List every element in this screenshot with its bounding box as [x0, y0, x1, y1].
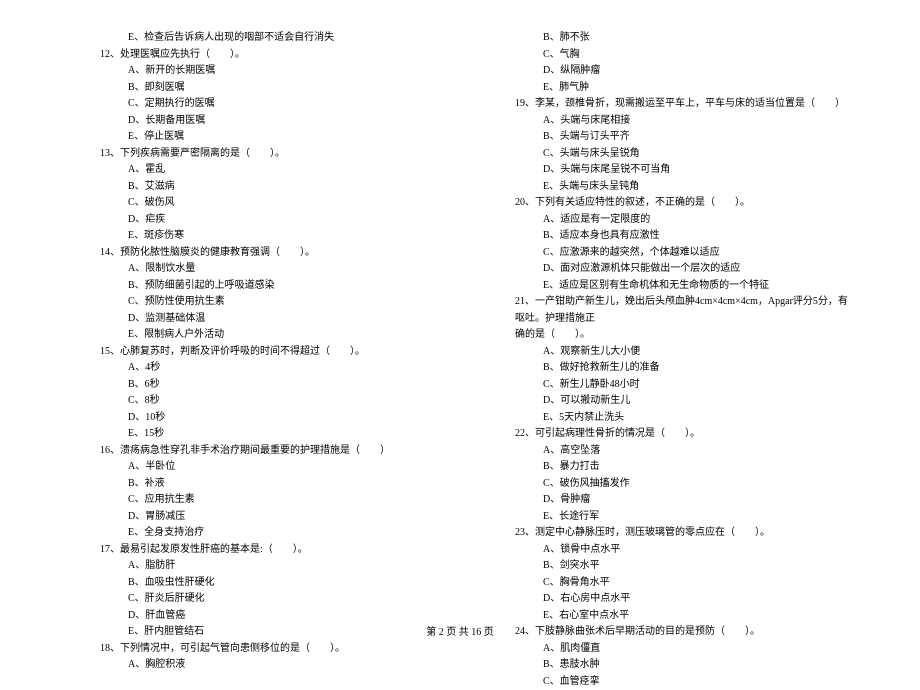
page-body: E、检查后告诉病人出现的咽部不适会自行消失 12、处理医嘱应先执行（ ）。 A、…: [0, 0, 920, 690]
option-text: A、适应是有一定限度的: [515, 212, 850, 229]
question-stem: 13、下列疾病需要严密隔离的是（ ）。: [100, 146, 435, 163]
option-text: B、适应本身也具有应激性: [515, 228, 850, 245]
question-stem: 16、溃疡病急性穿孔非手术治疗期间最重要的护理措施是（ ）: [100, 443, 435, 460]
option-text: C、8秒: [100, 393, 435, 410]
option-text: E、长途行军: [515, 509, 850, 526]
option-text: D、纵隔肿瘤: [515, 63, 850, 80]
option-text: C、新生儿静卧48小时: [515, 377, 850, 394]
question-stem: 15、心肺复苏时，判断及评价呼吸的时间不得超过（ ）。: [100, 344, 435, 361]
option-text: E、肺气肿: [515, 80, 850, 97]
option-text: A、头端与床尾相接: [515, 113, 850, 130]
option-text: C、破伤风: [100, 195, 435, 212]
option-text: E、检查后告诉病人出现的咽部不适会自行消失: [100, 30, 435, 47]
option-text: A、肌肉僵直: [515, 641, 850, 658]
option-text: D、右心房中点水平: [515, 591, 850, 608]
option-text: D、头端与床尾呈锐不可当角: [515, 162, 850, 179]
option-text: D、可以搬动新生儿: [515, 393, 850, 410]
option-text: B、患肢水肿: [515, 657, 850, 674]
option-text: A、高空坠落: [515, 443, 850, 460]
option-text: E、斑疹伤寒: [100, 228, 435, 245]
option-text: B、血吸虫性肝硬化: [100, 575, 435, 592]
option-text: C、头端与床头呈锐角: [515, 146, 850, 163]
option-text: D、面对应激源机体只能做出一个层次的适应: [515, 261, 850, 278]
option-text: A、新开的长期医嘱: [100, 63, 435, 80]
option-text: C、定期执行的医嘱: [100, 96, 435, 113]
option-text: B、艾滋病: [100, 179, 435, 196]
question-stem: 23、测定中心静脉压时，测压玻璃管的零点应在（ ）。: [515, 525, 850, 542]
option-text: B、即刻医嘱: [100, 80, 435, 97]
option-text: B、肺不张: [515, 30, 850, 47]
option-text: B、头端与订头平齐: [515, 129, 850, 146]
option-text: C、破伤风抽搐发作: [515, 476, 850, 493]
option-text: D、肝血管癌: [100, 608, 435, 625]
option-text: C、预防性使用抗生素: [100, 294, 435, 311]
option-text: E、右心室中点水平: [515, 608, 850, 625]
option-text: E、限制病人户外活动: [100, 327, 435, 344]
option-text: A、霍乱: [100, 162, 435, 179]
option-text: B、补液: [100, 476, 435, 493]
option-text: C、肝炎后肝硬化: [100, 591, 435, 608]
question-stem: 22、可引起病理性骨折的情况是（ ）。: [515, 426, 850, 443]
option-text: A、胸腔积液: [100, 657, 435, 674]
option-text: A、4秒: [100, 360, 435, 377]
option-text: C、应激源来的越突然，个体越难以适应: [515, 245, 850, 262]
option-text: A、限制饮水量: [100, 261, 435, 278]
option-text: D、长期备用医嘱: [100, 113, 435, 130]
question-stem: 20、下列有关适应特性的叙述，不正确的是（ ）。: [515, 195, 850, 212]
option-text: A、脂肪肝: [100, 558, 435, 575]
option-text: C、应用抗生素: [100, 492, 435, 509]
option-text: B、暴力打击: [515, 459, 850, 476]
option-text: E、头端与床头呈钝角: [515, 179, 850, 196]
right-column: B、肺不张 C、气胸 D、纵隔肿瘤 E、肺气肿 19、李某，颈椎骨折，现需搬运至…: [515, 30, 850, 690]
option-text: B、做好抢救新生儿的准备: [515, 360, 850, 377]
option-text: A、锁骨中点水平: [515, 542, 850, 559]
question-stem: 14、预防化脓性脑膜炎的健康教育强调（ ）。: [100, 245, 435, 262]
option-text: E、15秒: [100, 426, 435, 443]
option-text: D、10秒: [100, 410, 435, 427]
option-text: A、半卧位: [100, 459, 435, 476]
option-text: D、骨肿瘤: [515, 492, 850, 509]
question-stem: 21、一产钳助产新生儿，娩出后头颅血肿4cm×4cm×4cm，Apgar评分5分…: [515, 294, 850, 327]
option-text: A、观察新生儿大小便: [515, 344, 850, 361]
option-text: D、胃肠减压: [100, 509, 435, 526]
page-footer: 第 2 页 共 16 页: [0, 623, 920, 638]
option-text: E、停止医嘱: [100, 129, 435, 146]
question-stem: 12、处理医嘱应先执行（ ）。: [100, 47, 435, 64]
option-text: E、5天内禁止洗头: [515, 410, 850, 427]
option-text: C、血管痉挛: [515, 674, 850, 690]
option-text: D、监测基础体温: [100, 311, 435, 328]
question-stem-cont: 确的是（ ）。: [515, 327, 850, 344]
option-text: B、预防细菌引起的上呼吸道感染: [100, 278, 435, 295]
option-text: C、气胸: [515, 47, 850, 64]
option-text: E、适应是区别有生命机体和无生命物质的一个特征: [515, 278, 850, 295]
option-text: B、剑突水平: [515, 558, 850, 575]
option-text: D、疟疾: [100, 212, 435, 229]
option-text: B、6秒: [100, 377, 435, 394]
question-stem: 17、最易引起发原发性肝癌的基本是:（ ）。: [100, 542, 435, 559]
question-stem: 19、李某，颈椎骨折，现需搬运至平车上，平车与床的适当位置是（ ）: [515, 96, 850, 113]
option-text: C、胸骨角水平: [515, 575, 850, 592]
option-text: E、全身支持治疗: [100, 525, 435, 542]
left-column: E、检查后告诉病人出现的咽部不适会自行消失 12、处理医嘱应先执行（ ）。 A、…: [100, 30, 435, 690]
question-stem: 18、下列情况中，可引起气管向患侧移位的是（ ）。: [100, 641, 435, 658]
